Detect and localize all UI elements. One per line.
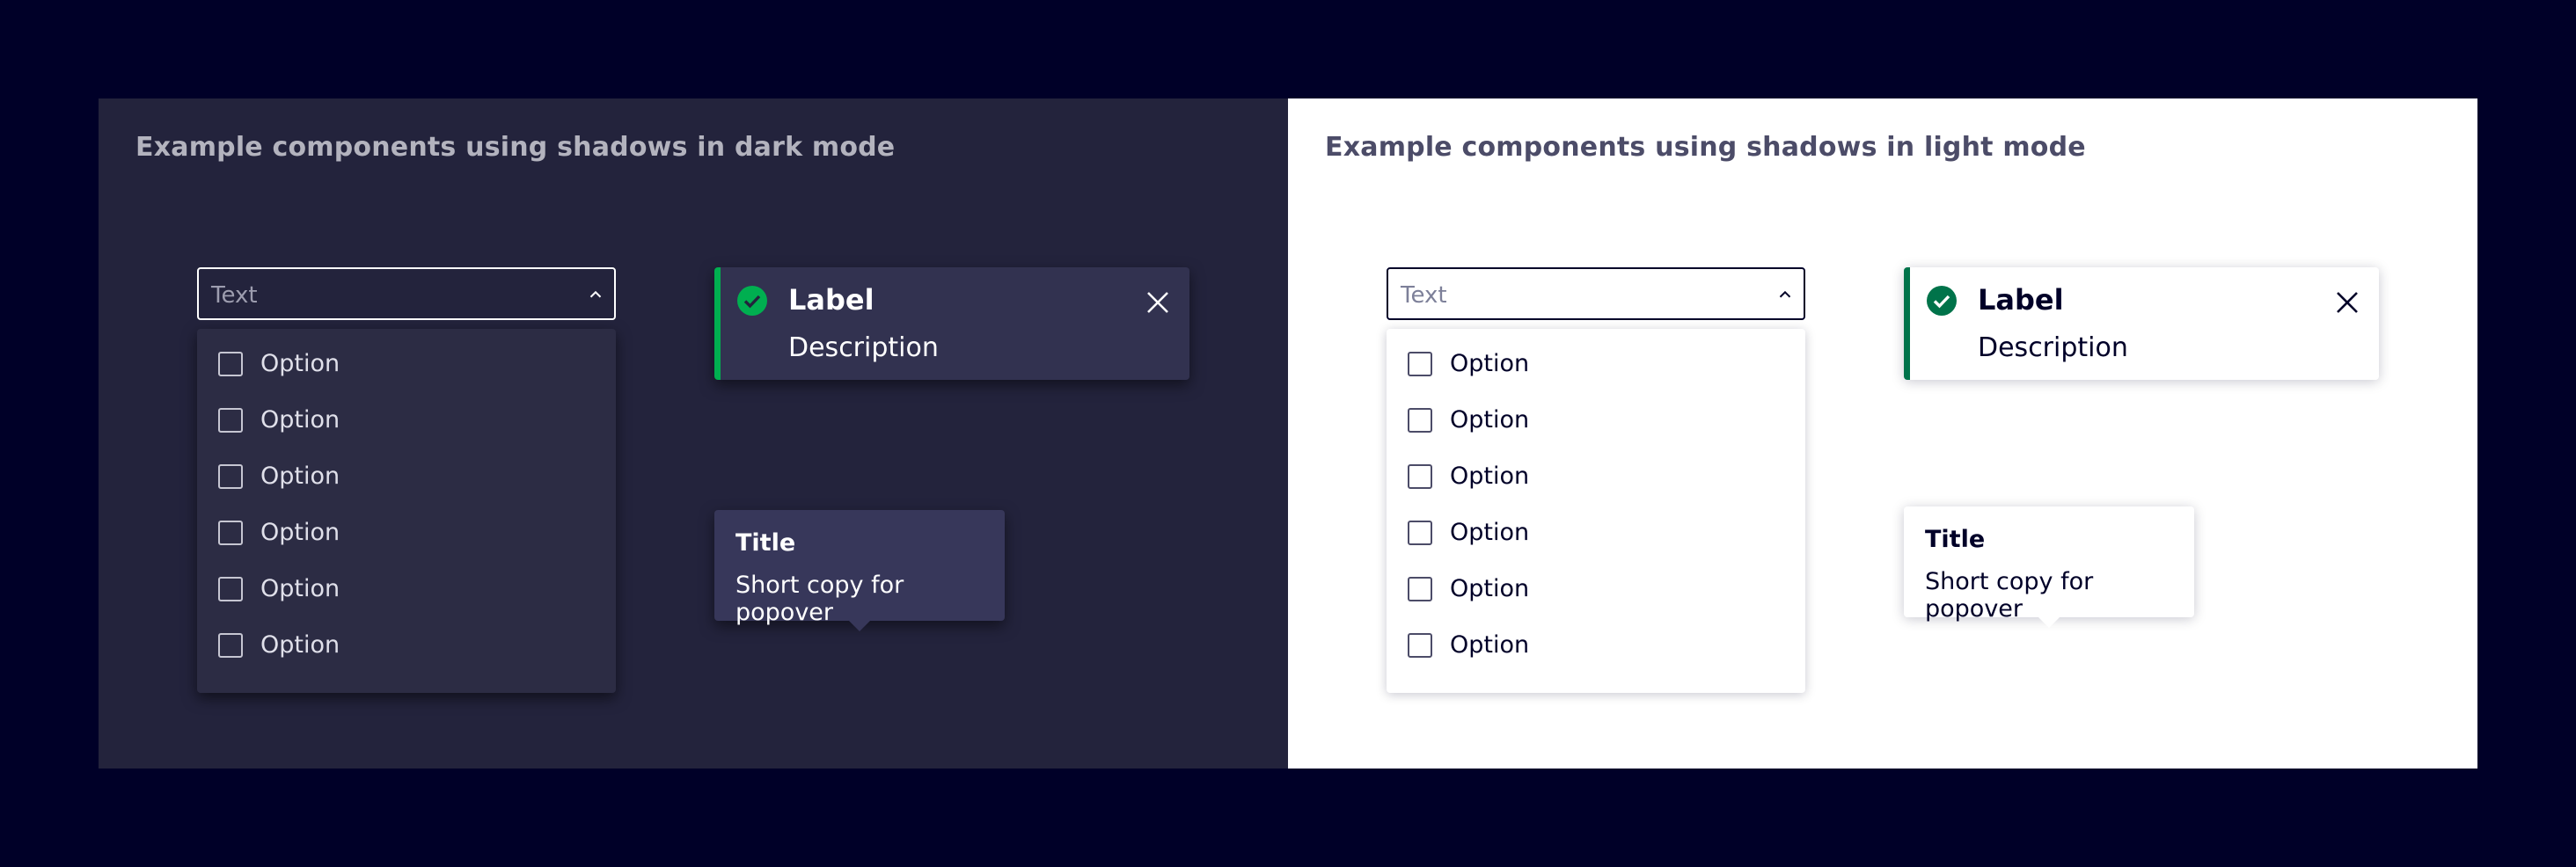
checkbox[interactable] — [1408, 408, 1432, 433]
list-item[interactable]: Option — [1387, 338, 1805, 394]
popover: Title Short copy for popover — [1904, 506, 2194, 628]
popover-arrow — [2038, 616, 2060, 628]
list-item[interactable]: Option — [1387, 450, 1805, 506]
popover-title: Title — [1925, 526, 1986, 553]
select-field[interactable]: Text — [1387, 267, 1805, 320]
list-item[interactable]: Option — [1387, 394, 1805, 450]
panel-title: Example components using shadows in dark… — [135, 132, 896, 163]
checkbox[interactable] — [218, 521, 243, 545]
checkbox[interactable] — [1408, 633, 1432, 658]
checkbox[interactable] — [218, 464, 243, 489]
list-item[interactable]: Option — [1387, 619, 1805, 675]
option-label: Option — [1450, 631, 1530, 659]
option-label: Option — [1450, 519, 1530, 546]
checkbox[interactable] — [1408, 577, 1432, 601]
list-item[interactable]: Option — [1387, 563, 1805, 619]
option-label: Option — [260, 350, 340, 377]
list-item[interactable]: Option — [197, 450, 616, 506]
toast-label: Label — [1978, 283, 2064, 317]
list-item[interactable]: Option — [197, 394, 616, 450]
option-label: Option — [1450, 406, 1530, 434]
dropdown-list: Option Option Option Option Option Optio… — [197, 329, 616, 693]
list-item[interactable]: Option — [197, 338, 616, 394]
list-item[interactable]: Option — [197, 506, 616, 563]
check-circle-icon — [737, 286, 767, 316]
option-label: Option — [1450, 575, 1530, 602]
popover-copy: Short copy for popover — [735, 572, 904, 626]
toast-description: Description — [788, 332, 939, 363]
checkbox[interactable] — [218, 408, 243, 433]
select-field[interactable]: Text — [197, 267, 616, 320]
option-label: Option — [260, 575, 340, 602]
close-icon[interactable] — [1145, 290, 1170, 315]
option-label: Option — [1450, 350, 1530, 377]
popover-copy: Short copy for popover — [1925, 568, 2094, 623]
popover: Title Short copy for popover — [714, 510, 1005, 631]
checkbox[interactable] — [1408, 521, 1432, 545]
chevron-up-icon — [1779, 290, 1791, 298]
toast-description: Description — [1978, 332, 2128, 363]
list-item[interactable]: Option — [197, 563, 616, 619]
dropdown-list: Option Option Option Option Option Optio… — [1387, 329, 1805, 693]
toast-notification: Label Description — [1904, 267, 2379, 380]
checkbox[interactable] — [218, 352, 243, 376]
list-item[interactable]: Option — [197, 619, 616, 675]
checkbox[interactable] — [1408, 464, 1432, 489]
chevron-up-icon — [589, 290, 602, 298]
option-label: Option — [1450, 463, 1530, 490]
checkbox[interactable] — [1408, 352, 1432, 376]
check-circle-icon — [1927, 286, 1957, 316]
checkbox[interactable] — [218, 633, 243, 658]
panel-title: Example components using shadows in ligh… — [1325, 132, 2086, 163]
close-icon[interactable] — [2335, 290, 2360, 315]
dark-mode-panel: Example components using shadows in dark… — [99, 98, 1288, 769]
select-value: Text — [211, 282, 258, 309]
option-label: Option — [260, 519, 340, 546]
toast-notification: Label Description — [714, 267, 1189, 380]
checkbox[interactable] — [218, 577, 243, 601]
list-item[interactable]: Option — [1387, 506, 1805, 563]
option-label: Option — [260, 631, 340, 659]
popover-arrow — [848, 620, 871, 631]
select-value: Text — [1401, 282, 1447, 309]
toast-label: Label — [788, 283, 875, 317]
option-label: Option — [260, 406, 340, 434]
option-label: Option — [260, 463, 340, 490]
popover-title: Title — [735, 529, 796, 557]
light-mode-panel: Example components using shadows in ligh… — [1288, 98, 2477, 769]
